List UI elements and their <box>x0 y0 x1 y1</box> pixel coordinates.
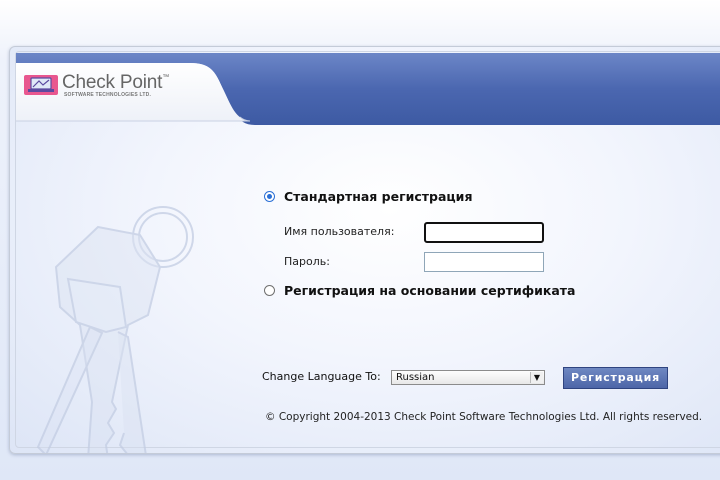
brand-name: Check Point™ <box>62 72 170 93</box>
header-bar: Check Point™ SOFTWARE TECHNOLOGIES LTD. <box>10 47 720 127</box>
login-button[interactable]: Регистрация <box>563 367 668 389</box>
certificate-login-option[interactable]: Регистрация на основании сертификата <box>264 283 575 298</box>
check-point-logo: Check Point™ SOFTWARE TECHNOLOGIES LTD. <box>24 72 194 103</box>
username-label: Имя пользователя: <box>284 225 395 238</box>
brand-subtitle: SOFTWARE TECHNOLOGIES LTD. <box>64 92 152 98</box>
chevron-down-icon[interactable]: ▼ <box>530 372 543 383</box>
certificate-login-label: Регистрация на основании сертификата <box>284 283 576 298</box>
language-label: Change Language To: <box>262 370 381 383</box>
password-input[interactable] <box>424 252 544 272</box>
keys-watermark-icon <box>36 206 194 453</box>
standard-login-radio[interactable] <box>264 191 275 202</box>
certificate-login-radio[interactable] <box>264 285 275 296</box>
password-label: Пароль: <box>284 255 330 268</box>
login-panel: Check Point™ SOFTWARE TECHNOLOGIES LTD. <box>9 46 720 454</box>
username-input[interactable] <box>424 222 544 243</box>
language-select[interactable]: Russian ▼ <box>391 370 545 385</box>
copyright-text: © Copyright 2004-2013 Check Point Softwa… <box>265 411 703 423</box>
standard-login-option[interactable]: Стандартная регистрация <box>264 189 472 204</box>
language-selected-value: Russian <box>396 372 435 383</box>
standard-login-label: Стандартная регистрация <box>284 189 473 204</box>
check-point-logo-icon <box>24 75 58 95</box>
